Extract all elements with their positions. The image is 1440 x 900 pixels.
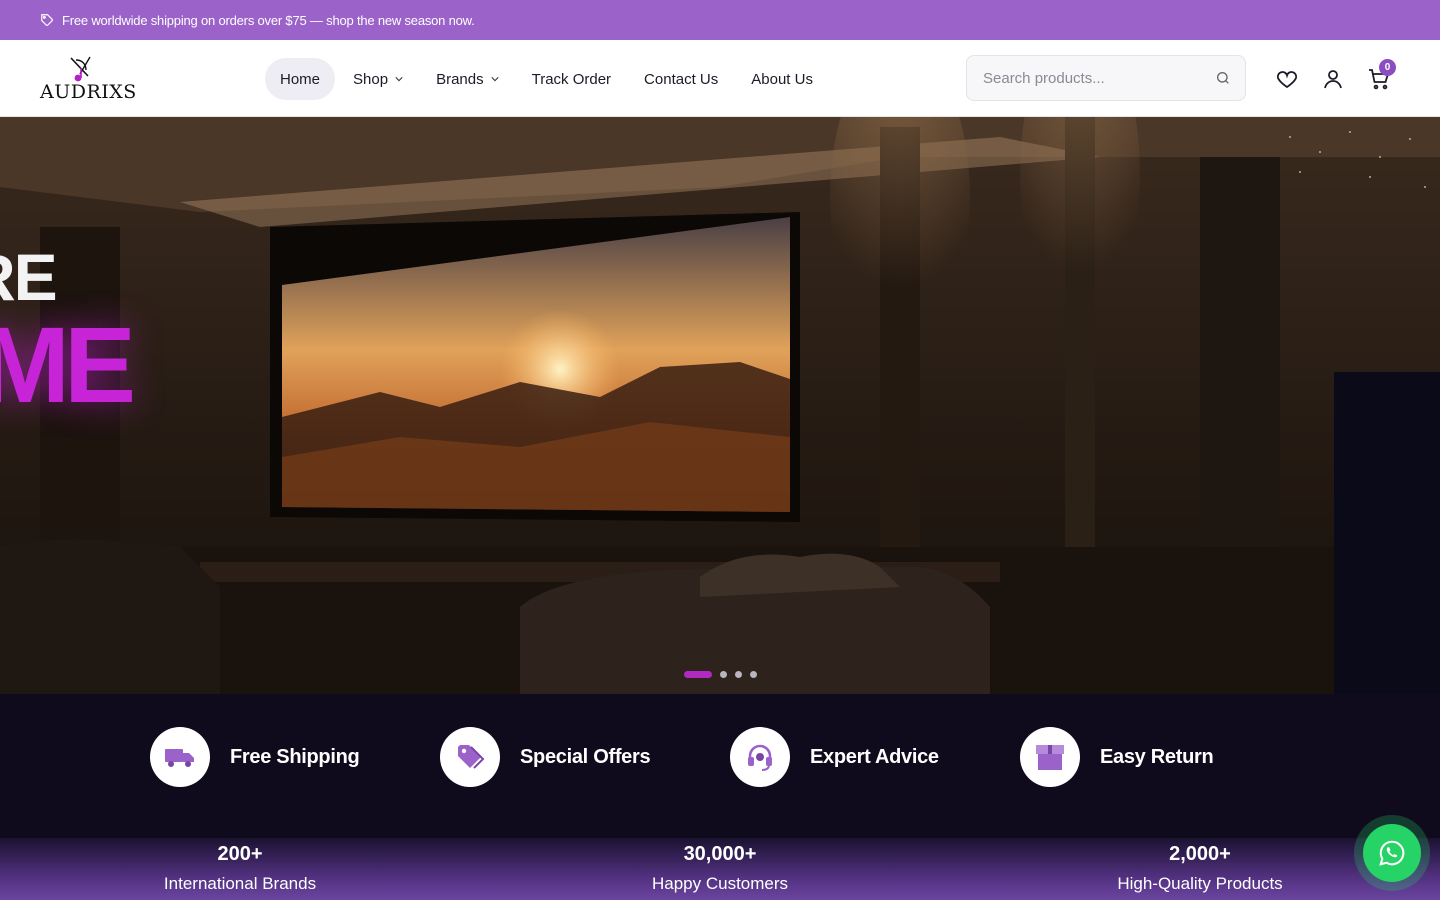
slider-dot-1[interactable] xyxy=(684,671,712,678)
feature-icon-badge xyxy=(150,727,210,787)
whatsapp-chat-button[interactable] xyxy=(1354,815,1430,891)
tag-icon xyxy=(458,745,485,769)
nav-item-home[interactable]: Home xyxy=(265,58,336,100)
feature-label: Special Offers xyxy=(520,745,651,768)
nav-item-brands[interactable]: Brands xyxy=(421,58,514,100)
search-input[interactable] xyxy=(983,69,1203,87)
chevron-down-icon xyxy=(395,77,403,82)
cart-count-badge: 0 xyxy=(1379,59,1396,76)
main-nav: Home Shop Brands Track Order Contact Us … xyxy=(265,58,831,100)
nav-label-home: Home xyxy=(280,70,321,88)
announcement-bar: Free worldwide shipping on orders over $… xyxy=(0,0,1440,40)
stat-caption: International Brands xyxy=(163,874,317,893)
nav-label-track-order: Track Order xyxy=(531,70,612,88)
box-icon xyxy=(1036,745,1064,770)
nav-label-shop: Shop xyxy=(353,70,389,88)
feature-expert-advice: Expert Advice xyxy=(730,727,939,787)
chevron-down-icon xyxy=(490,77,499,82)
stat-happy-customers: 30,000+ Happy Customers xyxy=(570,842,870,896)
nav-item-about-us[interactable]: About Us xyxy=(736,58,828,100)
stat-caption: High-Quality Products xyxy=(1117,874,1283,893)
search-box xyxy=(966,55,1246,101)
whatsapp-button-inner xyxy=(1363,824,1421,882)
site-header: AUDRIXS Home Shop Brands Track Order Con… xyxy=(0,40,1440,117)
brand-name: AUDRIXS xyxy=(40,81,137,103)
hero-slider: RE ME xyxy=(0,117,1440,694)
stat-high-quality-products: 2,000+ High-Quality Products xyxy=(1050,842,1350,896)
feature-free-shipping: Free Shipping xyxy=(150,727,360,787)
feature-icon-badge xyxy=(1020,727,1080,787)
search-icon[interactable] xyxy=(1215,70,1231,86)
user-icon[interactable] xyxy=(1321,67,1345,91)
stats-strip: 200+ International Brands 30,000+ Happy … xyxy=(0,838,1440,900)
brand-logo[interactable]: AUDRIXS xyxy=(40,54,136,104)
nav-item-contact-us[interactable]: Contact Us xyxy=(629,58,733,100)
tag-icon xyxy=(41,14,53,26)
stat-value: 30,000+ xyxy=(683,843,757,865)
slider-dot-3[interactable] xyxy=(735,671,742,678)
feature-icon-badge xyxy=(730,727,790,787)
feature-label: Expert Advice xyxy=(810,745,939,768)
slider-dot-2[interactable] xyxy=(720,671,727,678)
slider-dot-4[interactable] xyxy=(750,671,757,678)
feature-icon-badge xyxy=(440,727,500,787)
stat-value: 200+ xyxy=(217,843,263,865)
truck-icon xyxy=(165,749,194,767)
stat-caption: Happy Customers xyxy=(651,874,789,893)
announcement-text: Free worldwide shipping on orders over $… xyxy=(62,12,475,28)
heart-icon[interactable] xyxy=(1275,67,1299,91)
features-strip: Free Shipping Special Offers Expert Advi… xyxy=(0,694,1440,838)
nav-item-shop[interactable]: Shop xyxy=(338,58,418,100)
feature-special-offers: Special Offers xyxy=(440,727,651,787)
hero-headline-line2: ME xyxy=(0,304,136,425)
headset-icon xyxy=(748,744,772,771)
whatsapp-icon xyxy=(1379,840,1405,866)
nav-label-brands: Brands xyxy=(436,70,484,88)
stat-value: 2,000+ xyxy=(1169,843,1231,865)
slider-pagination xyxy=(684,671,757,678)
home-theater-image xyxy=(0,117,1440,694)
nav-label-about-us: About Us xyxy=(751,70,813,88)
feature-easy-return: Easy Return xyxy=(1020,727,1214,787)
stat-international-brands: 200+ International Brands xyxy=(90,842,390,896)
feature-label: Easy Return xyxy=(1100,745,1214,768)
nav-label-contact-us: Contact Us xyxy=(644,70,719,88)
next-slide-preview xyxy=(1334,372,1440,694)
nav-item-track-order[interactable]: Track Order xyxy=(517,58,626,100)
feature-label: Free Shipping xyxy=(230,745,360,768)
